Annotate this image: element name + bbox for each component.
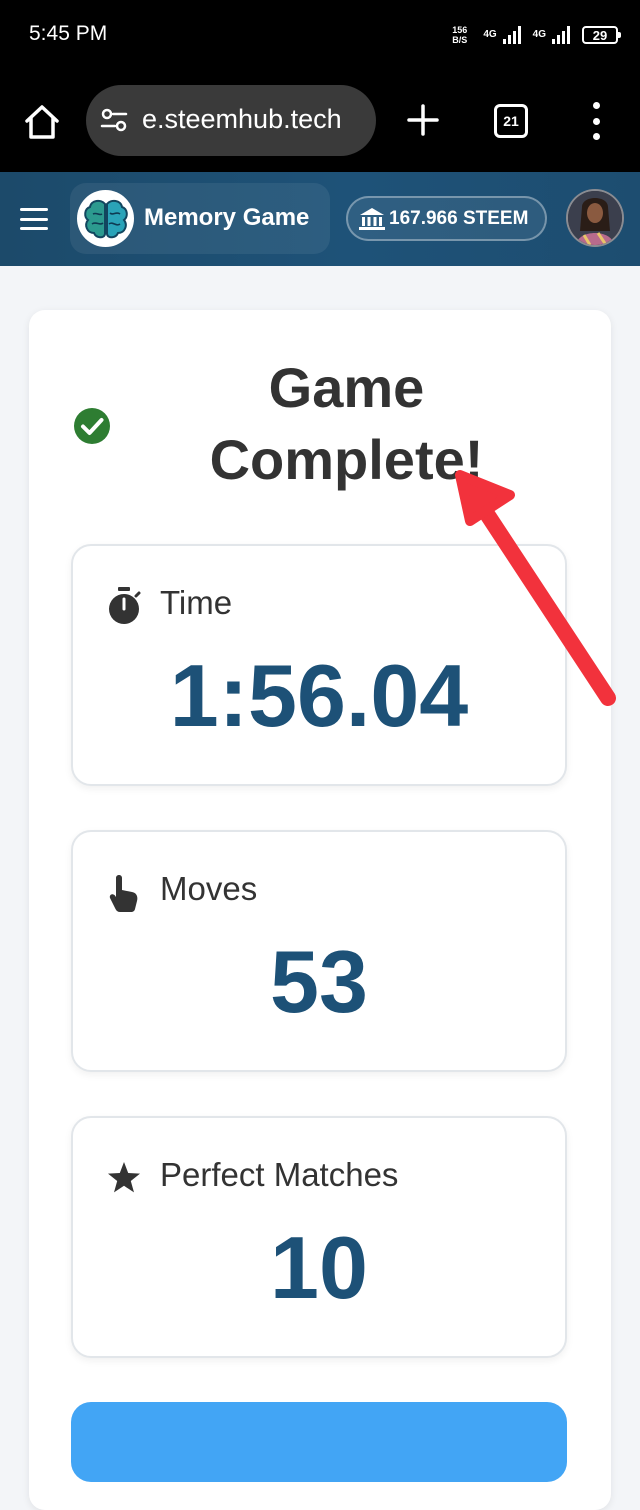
stat-time: Time 1:56.04 xyxy=(71,544,567,786)
stat-label: Time xyxy=(160,584,233,621)
app-title: Memory Game xyxy=(144,204,310,231)
avatar[interactable] xyxy=(566,189,624,247)
battery-icon: 29 xyxy=(582,26,621,44)
battery-level: 29 xyxy=(592,27,608,43)
stat-value: 53 xyxy=(270,932,368,1031)
result-title: Game Complete! xyxy=(209,356,484,491)
stopwatch-icon xyxy=(109,587,141,624)
plus-icon[interactable] xyxy=(405,102,441,138)
network-type-1: 4G xyxy=(483,29,497,40)
stat-label: Moves xyxy=(160,870,258,907)
network-speed-value: 156 xyxy=(452,25,468,35)
signal-icon xyxy=(552,26,570,44)
check-circle-icon xyxy=(74,408,110,444)
home-icon[interactable] xyxy=(22,102,62,142)
more-vert-icon[interactable] xyxy=(586,102,606,140)
network-speed: 156 B/S xyxy=(452,25,467,45)
stat-label: Perfect Matches xyxy=(160,1156,399,1193)
primary-action-button[interactable] xyxy=(71,1402,567,1482)
network-speed-unit: B/S xyxy=(452,35,468,45)
signal-icon xyxy=(502,26,521,44)
game-result-card: Game Complete! Time 1:56.04 Moves 53 Per… xyxy=(29,310,611,1510)
tabs-icon[interactable]: 21 xyxy=(494,104,528,138)
tab-count: 21 xyxy=(503,113,519,129)
bank-icon xyxy=(359,207,385,230)
app-header: Memory Game 167.966 STEEM xyxy=(0,172,640,266)
status-time: 5:45 PM xyxy=(29,22,108,45)
brand[interactable]: Memory Game xyxy=(70,183,330,254)
stat-value: 10 xyxy=(270,1218,368,1317)
brain-logo xyxy=(77,190,134,247)
network-type-2: 4G xyxy=(532,29,546,40)
hamburger-icon[interactable] xyxy=(20,208,48,230)
site-settings-icon[interactable] xyxy=(100,108,128,132)
pointer-hand-icon xyxy=(109,875,138,912)
browser-toolbar: e.steemhub.tech 21 xyxy=(0,72,640,172)
url-text: e.steemhub.tech xyxy=(142,104,342,134)
balance-amount: 167.966 STEEM xyxy=(389,207,529,229)
stat-moves: Moves 53 xyxy=(71,830,567,1072)
address-bar[interactable]: e.steemhub.tech xyxy=(86,85,376,156)
stat-value: 1:56.04 xyxy=(169,646,469,745)
stat-perfect-matches: Perfect Matches 10 xyxy=(71,1116,567,1358)
status-bar: 5:45 PM 156 B/S 4G 4G 29 xyxy=(0,0,640,72)
status-indicators: 156 B/S 4G 4G 29 xyxy=(452,20,621,50)
wallet-balance[interactable]: 167.966 STEEM xyxy=(346,196,547,241)
star-icon xyxy=(108,1162,140,1193)
